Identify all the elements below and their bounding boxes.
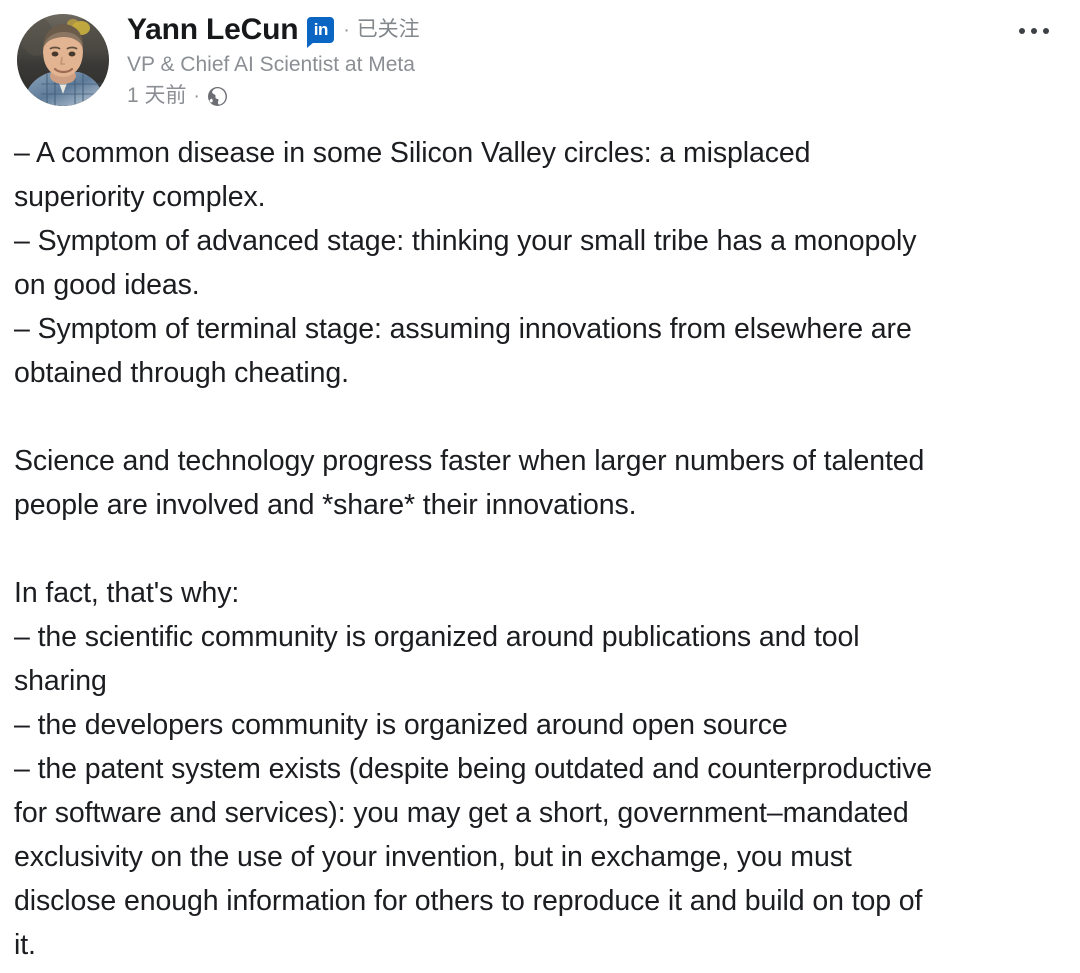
meta-separator: ·	[193, 85, 200, 107]
follow-status-label[interactable]: 已关注	[357, 16, 420, 44]
linkedin-badge-tail	[307, 42, 315, 48]
author-headline: VP & Chief AI Scientist at Meta	[127, 53, 415, 76]
author-name[interactable]: Yann LeCun	[127, 13, 299, 47]
ellipsis-icon-dot-2	[1031, 28, 1037, 34]
author-info: Yann LeCun in · 已关注 VP & Chief AI Scient…	[127, 12, 1010, 110]
post-body-line: obtained through cheating.	[14, 357, 349, 389]
post-body-line: Science and technology progress faster w…	[14, 445, 925, 477]
author-name-row: Yann LeCun in · 已关注	[127, 12, 1010, 48]
post-body-line: disclose enough information for others t…	[14, 885, 923, 917]
linkedin-icon: in	[307, 17, 335, 48]
post-body-line: – the patent system exists (despite bein…	[14, 753, 933, 785]
post-body-line: – Symptom of terminal stage: assuming in…	[14, 313, 912, 345]
post-body-blank-line	[14, 395, 1062, 439]
post-body-line: it.	[14, 929, 36, 961]
post-header: Yann LeCun in · 已关注 VP & Chief AI Scient…	[0, 0, 1080, 122]
post-body-line: – A common disease in some Silicon Valle…	[14, 137, 811, 169]
post-body-line: on good ideas.	[14, 269, 200, 301]
globe-icon	[207, 86, 228, 107]
ellipsis-icon-dot-1	[1019, 28, 1025, 34]
post-timestamp: 1 天前	[127, 84, 187, 107]
name-separator: ·	[343, 19, 350, 41]
post-body-line: – the developers community is organized …	[14, 709, 788, 741]
linkedin-badge-label: in	[313, 20, 329, 39]
avatar[interactable]	[17, 14, 109, 106]
post-body-line: exclusivity on the use of your invention…	[14, 841, 852, 873]
linkedin-post-card: Yann LeCun in · 已关注 VP & Chief AI Scient…	[0, 0, 1080, 973]
ellipsis-icon-dot-3	[1043, 28, 1049, 34]
post-meta-row: 1 天前 ·	[127, 82, 1010, 110]
post-body-blank-line	[14, 527, 1062, 571]
post-body-line: In fact, that's why:	[14, 577, 240, 609]
post-body-line: – Symptom of advanced stage: thinking yo…	[14, 225, 917, 257]
post-body-text: – A common disease in some Silicon Valle…	[14, 131, 1062, 967]
post-body-line: people are involved and *share* their in…	[14, 489, 637, 521]
post-body-line: for software and services): you may get …	[14, 797, 909, 829]
post-body-line: sharing	[14, 665, 107, 697]
post-body-line: superiority complex.	[14, 181, 266, 213]
more-options-button[interactable]	[1010, 16, 1058, 46]
post-body-line: – the scientific community is organized …	[14, 621, 860, 653]
